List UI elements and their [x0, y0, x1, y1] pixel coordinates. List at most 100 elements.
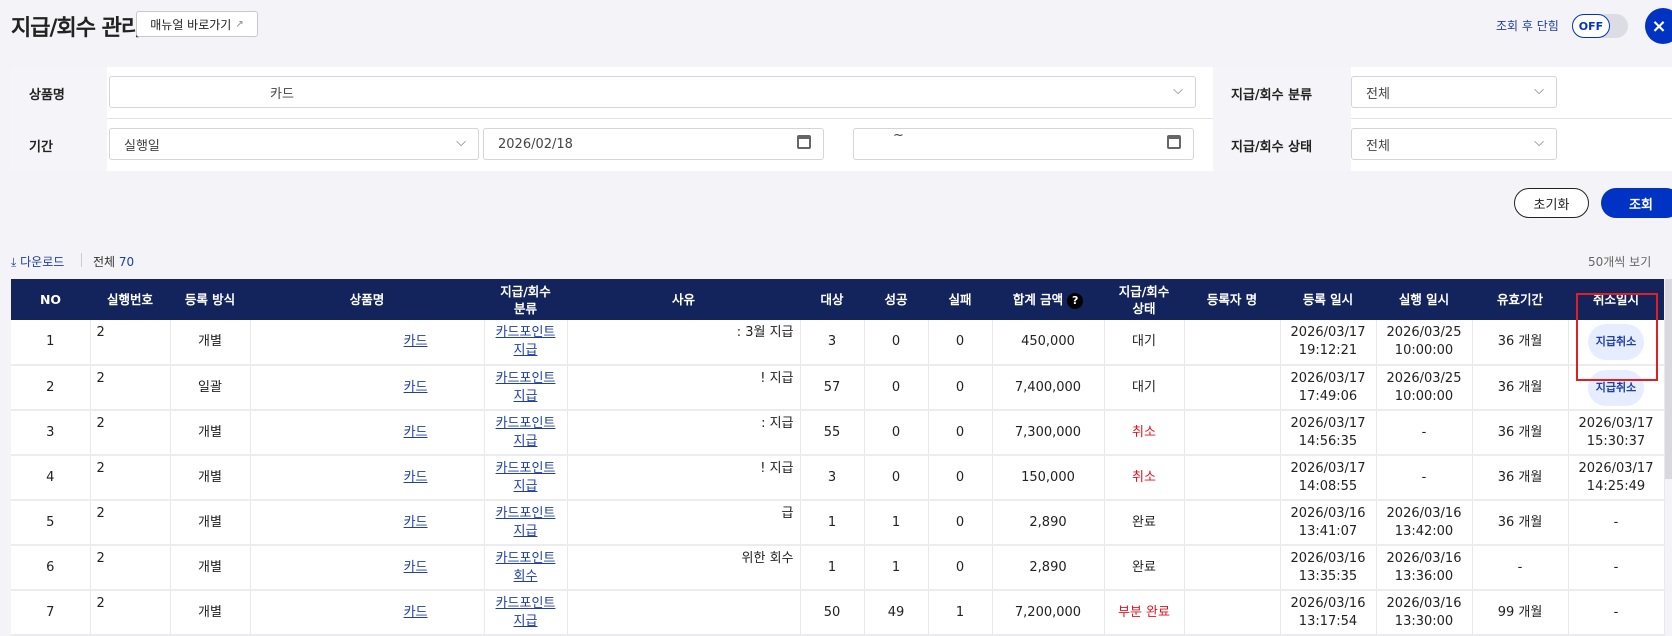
product-select[interactable]: 카드 ⌵: [109, 76, 1196, 108]
date-to-input[interactable]: [853, 128, 1194, 160]
cell-product: 카드: [250, 545, 485, 591]
table-row: 6 2 개별 카드 카드포인트 회수 위한 회수 1 1 0 2,890 완료 2026/03/16 …: [11, 545, 1665, 591]
category-link[interactable]: 카드포인트 지급: [496, 596, 556, 629]
cell-run: 2026/03/16 13:30:00: [1376, 590, 1473, 636]
product-value: 카드: [403, 379, 428, 395]
cell-no: 4: [11, 455, 91, 501]
cell-no: 1: [11, 320, 91, 366]
cell-status: 완료: [1104, 500, 1185, 546]
fail-value: 0: [955, 379, 965, 395]
cell-amount: 2,890: [992, 500, 1105, 546]
category-link[interactable]: 카드포인트 지급: [496, 325, 556, 358]
product-link[interactable]: 카드: [404, 605, 428, 620]
product-value: 카드: [403, 469, 428, 485]
column-header: 실행번호: [90, 279, 170, 320]
cell-registrant: [1184, 500, 1281, 546]
method-value: 개별: [198, 559, 222, 575]
cell-success: 0: [864, 455, 929, 501]
reason-value: 급: [781, 506, 794, 521]
calendar-icon[interactable]: [1167, 135, 1181, 149]
reset-button[interactable]: 초기화: [1514, 188, 1589, 218]
per-page-select[interactable]: 50개씩 보기: [1588, 253, 1651, 270]
cell-run: -: [1376, 455, 1473, 501]
category-link[interactable]: 카드포인트 회수: [496, 551, 556, 584]
column-header: NO: [11, 279, 90, 320]
cell-cancel: -: [1568, 500, 1665, 546]
category-link[interactable]: 카드포인트 지급: [496, 461, 556, 494]
cell-amount: 150,000: [992, 455, 1105, 501]
close-after-search-toggle[interactable]: OFF: [1572, 14, 1628, 38]
product-link[interactable]: 카드: [404, 515, 428, 530]
cell-method: 개별: [170, 455, 251, 501]
column-header: 대상: [800, 279, 864, 320]
product-value: 카드: [403, 424, 428, 440]
category-link[interactable]: 카드포인트 지급: [496, 506, 556, 539]
product-link[interactable]: 카드: [404, 334, 428, 349]
target-value: 3: [827, 334, 837, 349]
method-value: 개별: [198, 514, 222, 530]
cell-reg: 2026/03/16 13:41:07: [1280, 500, 1377, 546]
category-value: 카드포인트 지급: [495, 415, 556, 449]
cell-exec: 2: [90, 320, 171, 366]
cell-category: 카드포인트 지급: [484, 365, 568, 411]
cancel-value: -: [1613, 559, 1619, 575]
cell-category: 카드포인트 지급: [484, 455, 568, 501]
valid-value: 99 개월: [1497, 604, 1543, 620]
close-icon[interactable]: ×: [1645, 8, 1672, 44]
status-select[interactable]: 전체 ⌵: [1351, 128, 1557, 160]
date-from-input[interactable]: 2026/02/18: [483, 128, 824, 160]
amount-value: 7,200,000: [1014, 604, 1082, 620]
column-header: 등록자 명: [1184, 279, 1280, 320]
valid-value: -: [1517, 559, 1523, 575]
cell-reg: 2026/03/17 14:08:55: [1280, 455, 1377, 501]
total-value: 70: [118, 255, 135, 269]
method-value: 개별: [198, 424, 222, 440]
fail-value: 1: [955, 604, 965, 620]
product-link[interactable]: 카드: [404, 425, 428, 440]
cell-valid: 36 개월: [1472, 365, 1569, 411]
table-row: 5 2 개별 카드 카드포인트 지급 급 1 1 0 2,890 완료 2026/03/16 13:4…: [11, 500, 1665, 546]
period-type-select[interactable]: 실행일 ⌵: [109, 128, 479, 160]
manual-link-button[interactable]: 매뉴얼 바로가기 ↗: [136, 11, 258, 37]
product-link[interactable]: 카드: [404, 470, 428, 485]
cell-registrant: [1184, 410, 1281, 456]
cell-reason: : 지급: [567, 410, 801, 456]
category-link[interactable]: 카드포인트 지급: [496, 416, 556, 449]
cell-run: 2026/03/25 10:00:00: [1376, 320, 1473, 366]
cell-amount: 450,000: [992, 320, 1105, 366]
cell-reg: 2026/03/16 13:17:54: [1280, 590, 1377, 636]
cell-category: 카드포인트 지급: [484, 410, 568, 456]
divider: [81, 253, 82, 267]
help-icon[interactable]: ?: [1067, 292, 1084, 309]
cell-reg: 2026/03/17 17:49:06: [1280, 365, 1377, 411]
category-link[interactable]: 카드포인트 지급: [496, 371, 556, 404]
calendar-icon[interactable]: [797, 135, 811, 149]
cell-success: 0: [864, 365, 929, 411]
cell-product: 카드: [250, 500, 485, 546]
cell-target: 57: [800, 365, 865, 411]
scrollbar[interactable]: [1665, 279, 1672, 479]
cell-product: 카드: [250, 590, 485, 636]
product-link[interactable]: 카드: [404, 380, 428, 395]
product-link[interactable]: 카드: [404, 560, 428, 575]
success-value: 1: [891, 559, 901, 575]
cell-category: 카드포인트 지급: [484, 320, 568, 366]
date-from-value: 2026/02/18: [498, 136, 573, 152]
search-button[interactable]: 조회: [1601, 188, 1672, 218]
run-value: -: [1421, 469, 1427, 485]
column-header: 지급/회수 상태: [1104, 279, 1184, 320]
download-button[interactable]: ⤓ 다운로드: [11, 253, 64, 270]
success-value: 0: [891, 379, 901, 395]
cell-cancel: 2026/03/17 15:30:37: [1568, 410, 1665, 456]
cell-product: 카드: [250, 320, 485, 366]
cell-valid: 36 개월: [1472, 455, 1569, 501]
reg-value: 2026/03/17 14:56:35: [1290, 415, 1366, 449]
table-row: 4 2 개별 카드 카드포인트 지급 ! 지급 3 0 0 150,000 취소 2026/03/17…: [11, 455, 1665, 501]
cancel-value: -: [1613, 604, 1619, 620]
valid-value: 36 개월: [1497, 334, 1543, 349]
cell-amount: 7,300,000: [992, 410, 1105, 456]
category-value: 카드포인트 지급: [495, 595, 556, 629]
category-select[interactable]: 전체 ⌵: [1351, 76, 1557, 108]
date-range-separator: ~: [893, 128, 904, 143]
target-value: 55: [823, 424, 841, 440]
